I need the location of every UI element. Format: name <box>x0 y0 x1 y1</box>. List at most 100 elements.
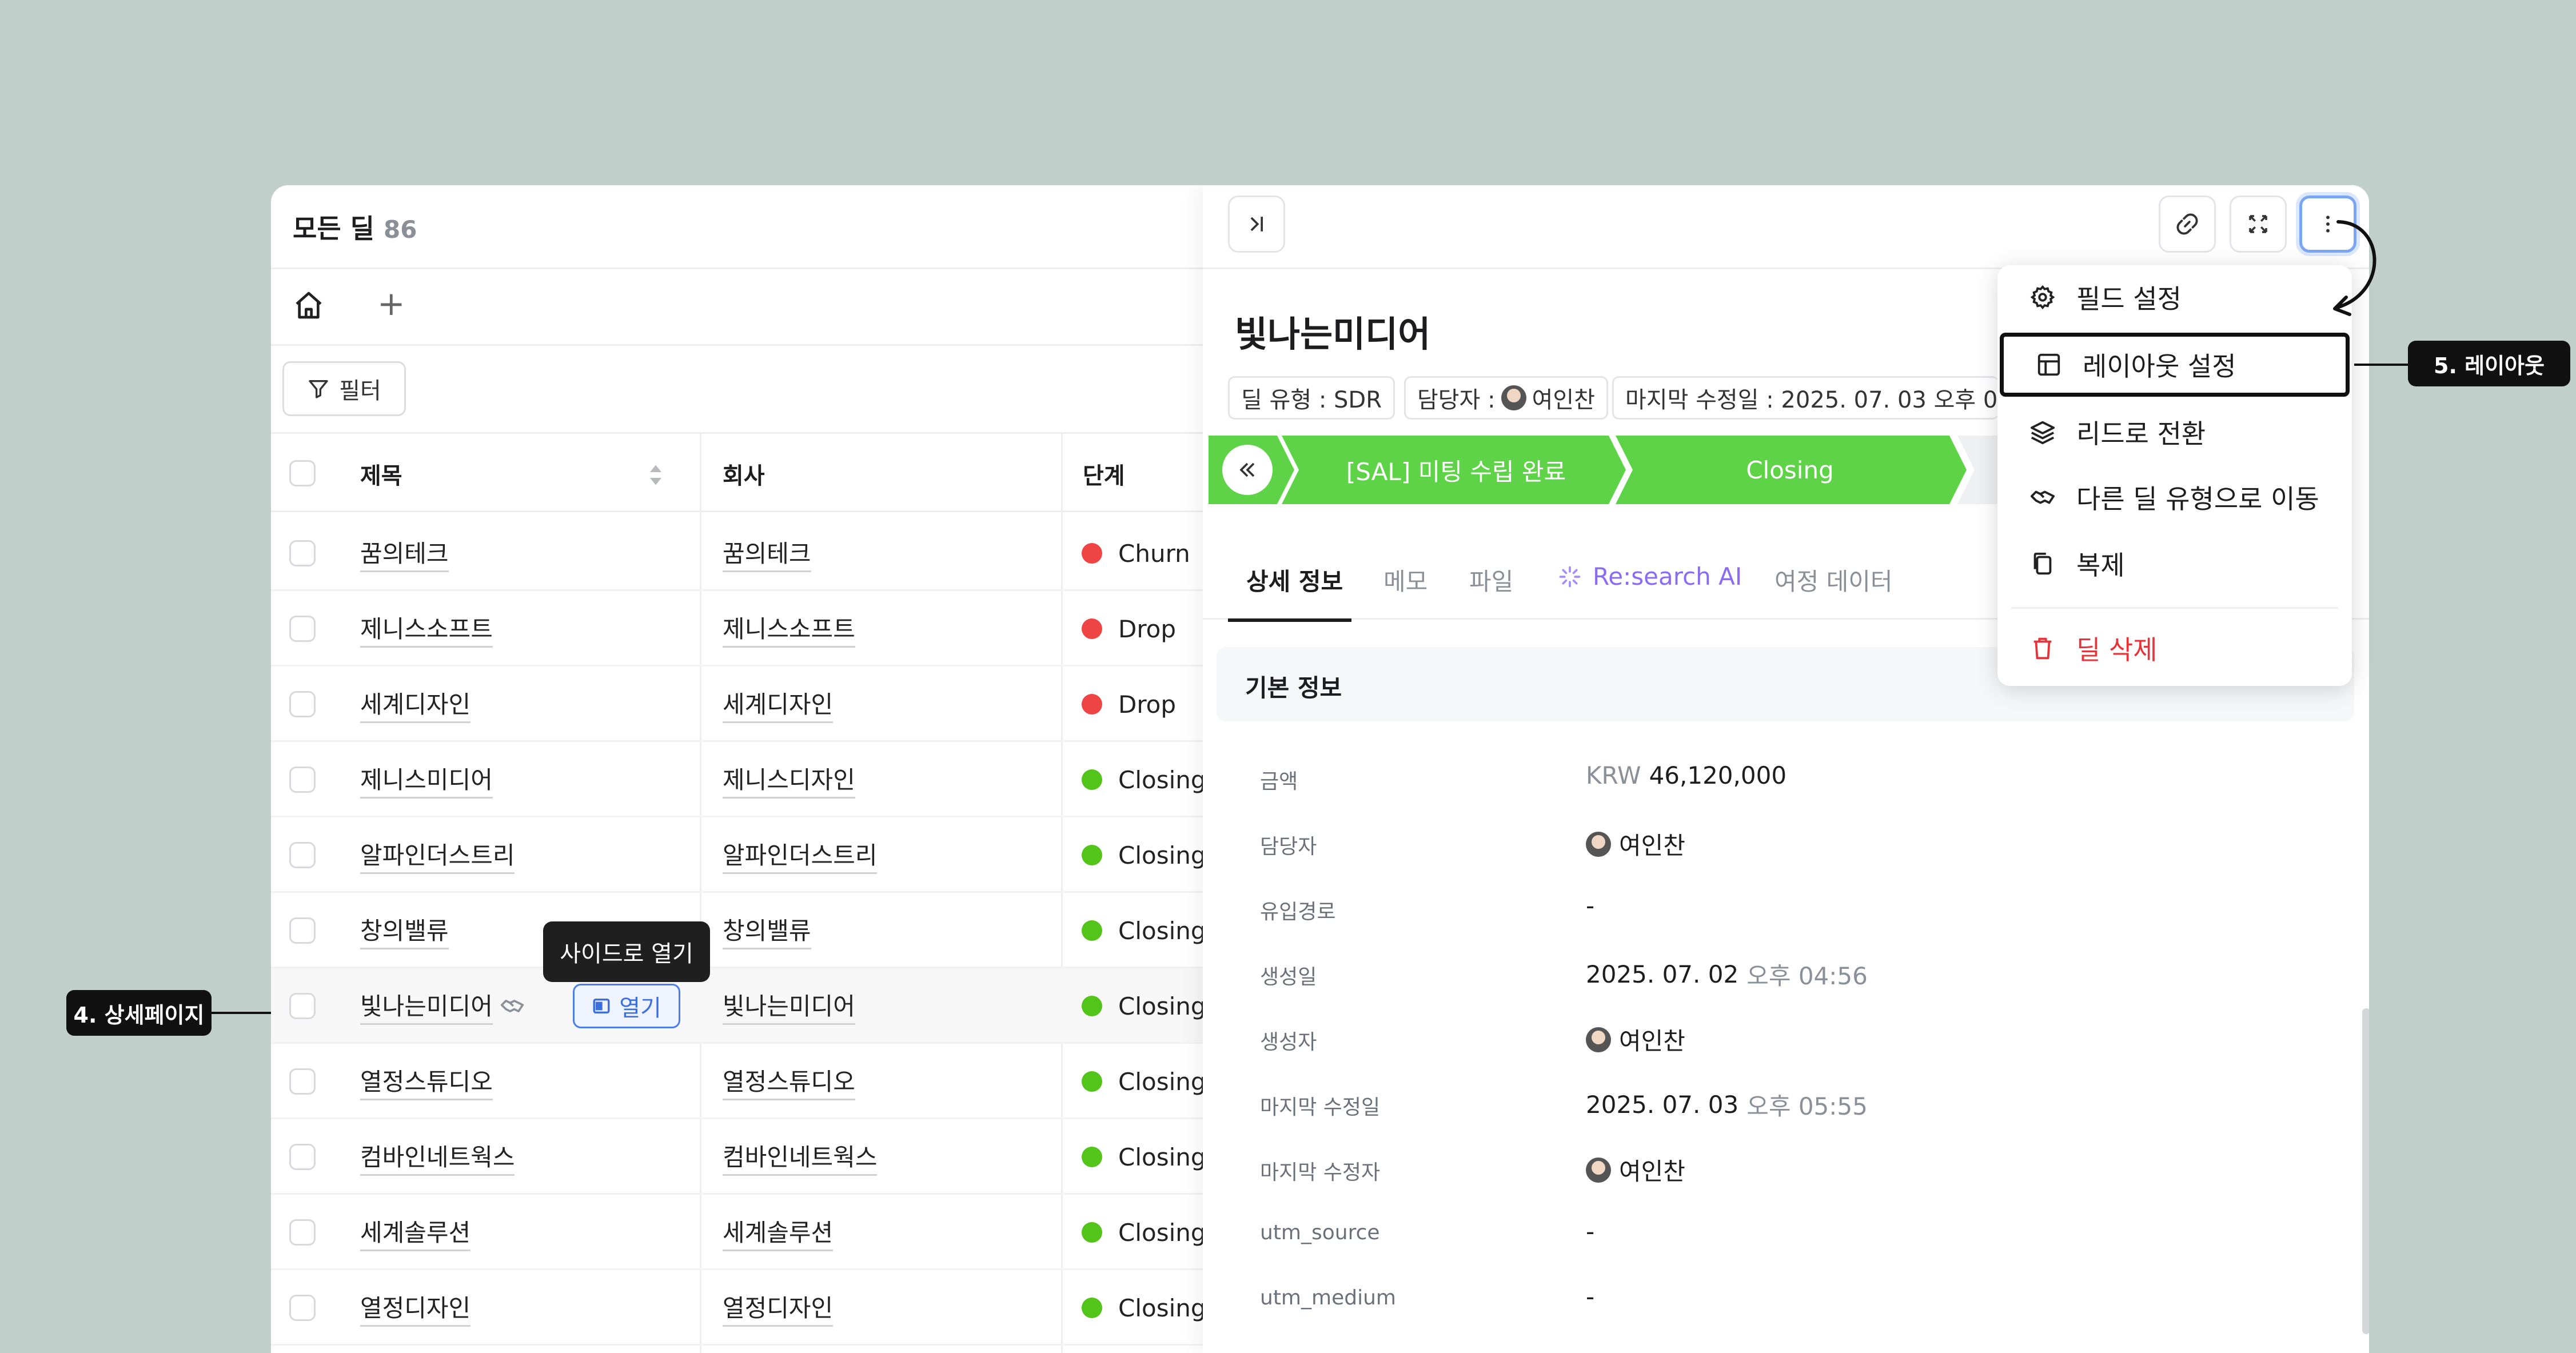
row-title-cell[interactable]: 열정디자인 <box>360 1270 471 1346</box>
menu-item-delete-deal[interactable]: 딜 삭제 <box>1997 616 2352 680</box>
row-title-cell[interactable]: 제니스미디어 <box>360 742 493 817</box>
row-company[interactable]: 세계디자인 <box>723 685 834 723</box>
row-company[interactable]: 세계솔루션 <box>723 1214 834 1251</box>
row-company[interactable]: 제니스디자인 <box>723 761 855 799</box>
filter-button[interactable]: 필터 <box>282 361 406 416</box>
row-checkbox[interactable] <box>289 767 316 793</box>
row-title[interactable]: 제니스소프트 <box>360 610 493 648</box>
row-title-cell[interactable]: 제니스소프트 <box>360 591 493 666</box>
row-title[interactable]: 열정디자인 <box>360 1289 471 1327</box>
field-value[interactable]: - <box>1586 892 1594 920</box>
table-row[interactable]: 창의밸류 창의밸류 Closing <box>271 893 1206 968</box>
expand-button[interactable] <box>2230 195 2287 253</box>
table-row[interactable]: 빛나는미디어 빛나는미디어 Closing 열기 <box>271 968 1206 1044</box>
row-company-cell[interactable]: 제니스디자인 <box>723 742 855 817</box>
field-value[interactable]: KRW 46,120,000 <box>1586 761 1787 789</box>
table-row[interactable]: 꿈의테크 꿈의테크 Churn <box>271 516 1203 591</box>
collapse-panel-button[interactable] <box>1228 195 1285 253</box>
tab-journey-data[interactable]: 여정 데이터 <box>1775 562 1893 597</box>
row-title[interactable]: 창의밸류 <box>360 912 449 949</box>
add-tab-button[interactable]: + <box>377 287 405 320</box>
row-checkbox[interactable] <box>289 616 316 642</box>
row-title-cell[interactable]: 열정스튜디오 <box>360 1044 493 1119</box>
row-company[interactable]: 열정디자인 <box>723 1289 834 1327</box>
row-checkbox[interactable] <box>289 1144 316 1170</box>
sort-icon[interactable] <box>648 464 663 486</box>
row-company-cell[interactable]: 알파인더스트리 <box>723 817 878 893</box>
row-checkbox[interactable] <box>289 691 316 717</box>
tab-details[interactable]: 상세 정보 <box>1246 562 1343 597</box>
tab-research-ai[interactable]: Re:search AI <box>1557 562 1742 590</box>
column-header-company[interactable]: 회사 <box>723 434 765 514</box>
open-side-button[interactable]: 열기 <box>573 984 680 1028</box>
menu-item-field-settings[interactable]: 필드 설정 <box>1997 265 2352 329</box>
pipeline-back-button[interactable] <box>1222 445 1273 495</box>
row-title[interactable]: 세계디자인 <box>360 685 471 723</box>
menu-item-layout-settings[interactable]: 레이아웃 설정 <box>2000 333 2350 397</box>
select-all-checkbox[interactable] <box>289 460 316 486</box>
row-title[interactable]: 꿈의테크 <box>360 534 449 572</box>
field-value[interactable]: 2025. 07. 02 오후 04:56 <box>1586 957 1868 992</box>
table-row[interactable]: 알파인더스트리 알파인더스트리 Closing <box>271 817 1206 893</box>
row-title-cell[interactable]: 세계디자인 <box>360 666 471 742</box>
row-title[interactable]: 열정스튜디오 <box>360 1063 493 1100</box>
row-company[interactable]: 제니스소프트 <box>723 610 855 648</box>
tab-memo[interactable]: 메모 <box>1383 562 1427 597</box>
row-company-cell[interactable]: 빛나는미디어 <box>723 968 855 1044</box>
row-title[interactable]: 제니스미디어 <box>360 761 493 799</box>
row-checkbox[interactable] <box>289 540 316 566</box>
row-company-cell[interactable]: 열정디자인 <box>723 1270 834 1346</box>
home-tab[interactable] <box>293 289 325 321</box>
row-company-cell[interactable]: 제니스소프트 <box>723 591 855 666</box>
row-title-cell[interactable]: 알파인더스트리 <box>360 817 515 893</box>
row-company-cell[interactable]: 꿈의테크 <box>723 516 811 591</box>
row-title-cell[interactable]: 꿈의테크 <box>360 516 449 591</box>
owner-chip[interactable]: 담당자 : 여인찬 <box>1404 376 1608 420</box>
row-company[interactable]: 창의밸류 <box>723 912 811 949</box>
column-header-title[interactable]: 제목 <box>360 434 402 514</box>
row-company-cell[interactable]: 창의밸류 <box>723 893 811 968</box>
table-row[interactable]: 세계디자인 세계디자인 Drop <box>271 666 1203 742</box>
row-company-cell[interactable]: 세계디자인 <box>723 666 834 742</box>
row-company[interactable]: 알파인더스트리 <box>723 836 878 874</box>
row-company[interactable]: 빛나는미디어 <box>723 987 855 1025</box>
row-title[interactable]: 알파인더스트리 <box>360 836 515 874</box>
row-company-cell[interactable]: 세계솔루션 <box>723 1195 834 1270</box>
row-company-cell[interactable]: 컴바인네트웍스 <box>723 1119 878 1195</box>
table-row[interactable]: 컴바인네트웍스 컴바인네트웍스 Closing <box>271 1119 1206 1195</box>
field-value[interactable]: - <box>1586 1348 1594 1353</box>
menu-item-convert-to-lead[interactable]: 리드로 전환 <box>1997 400 2352 464</box>
field-value[interactable]: 여인찬 <box>1586 1152 1685 1187</box>
row-title-cell[interactable]: 세계솔루션 <box>360 1195 471 1270</box>
field-value[interactable]: 2025. 07. 03 오후 05:55 <box>1586 1087 1868 1122</box>
row-title[interactable]: 빛나는미디어 <box>360 987 493 1025</box>
table-row[interactable]: 세계솔루션 세계솔루션 Closing <box>271 1195 1206 1270</box>
row-title-cell[interactable]: 창의밸류 <box>360 893 449 968</box>
row-company[interactable]: 컴바인네트웍스 <box>723 1138 878 1176</box>
row-checkbox[interactable] <box>289 993 316 1019</box>
copy-link-button[interactable] <box>2159 195 2216 253</box>
column-header-stage[interactable]: 단계 <box>1083 434 1125 514</box>
row-checkbox[interactable] <box>289 1068 316 1095</box>
tab-files[interactable]: 파일 <box>1469 562 1513 597</box>
field-value[interactable]: 여인찬 <box>1586 1022 1685 1057</box>
row-title-cell[interactable]: 빛나는미디어 <box>360 968 493 1044</box>
row-title-cell[interactable]: 컴바인네트웍스 <box>360 1119 515 1195</box>
row-company[interactable]: 열정스튜디오 <box>723 1063 855 1100</box>
row-checkbox[interactable] <box>289 917 316 944</box>
menu-item-move-deal-type[interactable]: 다른 딜 유형으로 이동 <box>1997 465 2352 529</box>
menu-item-duplicate[interactable]: 복제 <box>1997 532 2352 596</box>
row-checkbox[interactable] <box>289 1219 316 1246</box>
row-checkbox[interactable] <box>289 1295 316 1321</box>
table-row[interactable]: 열정디자인 열정디자인 Closing <box>271 1270 1206 1346</box>
row-checkbox[interactable] <box>289 842 316 868</box>
table-row[interactable]: 제니스소프트 제니스소프트 Drop <box>271 591 1203 666</box>
table-row[interactable]: 열정스튜디오 열정스튜디오 Closing <box>271 1044 1206 1119</box>
scrollbar[interactable] <box>2362 1008 2369 1334</box>
row-title[interactable]: 컴바인네트웍스 <box>360 1138 515 1176</box>
field-value[interactable]: - <box>1586 1283 1594 1311</box>
table-row[interactable]: 제니스미디어 제니스디자인 Closing <box>271 742 1206 817</box>
row-title[interactable]: 세계솔루션 <box>360 1214 471 1251</box>
row-company[interactable]: 꿈의테크 <box>723 534 811 572</box>
field-value[interactable]: 여인찬 <box>1586 827 1685 861</box>
